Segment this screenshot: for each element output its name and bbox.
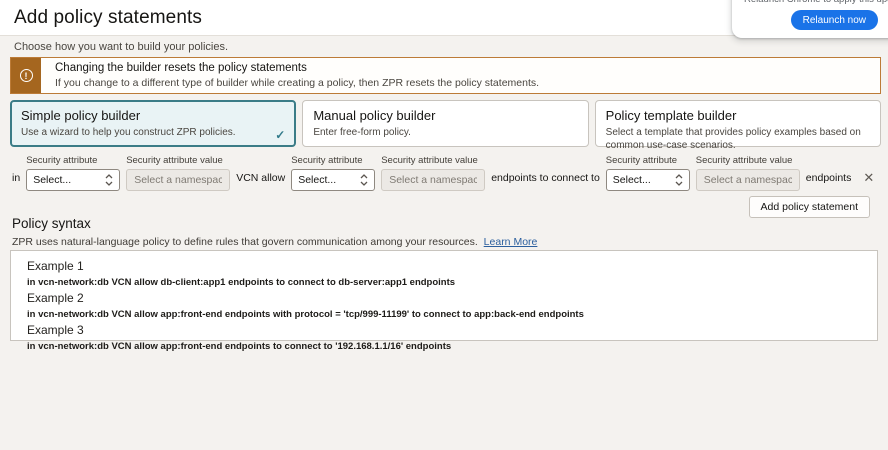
relaunch-now-button[interactable]: Relaunch now	[791, 10, 878, 30]
warning-banner-accent: !	[11, 58, 41, 93]
select-chevrons-icon	[360, 173, 368, 187]
security-attribute-select[interactable]: Select...	[291, 169, 375, 191]
security-attribute-select[interactable]: Select...	[606, 169, 690, 191]
security-attribute-value-input[interactable]	[126, 169, 230, 191]
add-policy-statements-screen: Add policy statements Choose how you wan…	[0, 0, 888, 450]
chrome-update-message: Relaunch Chrome to apply this update	[744, 0, 888, 5]
select-value: Select...	[33, 174, 71, 186]
policy-statement-row: in Security attribute Select... Security…	[12, 155, 880, 191]
card-title: Simple policy builder	[21, 108, 285, 123]
policy-syntax-description-text: ZPR uses natural-language policy to defi…	[12, 236, 478, 248]
warning-banner-text: Changing the builder resets the policy s…	[41, 58, 553, 93]
policy-syntax-title: Policy syntax	[12, 216, 91, 231]
security-attribute-select[interactable]: Select...	[26, 169, 120, 191]
security-attribute-label: Security attribute	[606, 155, 690, 166]
security-attribute-value-label: Security attribute value	[126, 155, 230, 166]
security-attribute-group-1: Security attribute Select...	[26, 155, 120, 191]
selected-check-icon: ✓	[275, 128, 285, 142]
statement-connector-endpoints-to-connect-to: endpoints to connect to	[491, 172, 600, 184]
page-subtitle: Choose how you want to build your polici…	[14, 41, 228, 53]
policy-syntax-description: ZPR uses natural-language policy to defi…	[12, 236, 537, 248]
statement-suffix-endpoints: endpoints	[806, 172, 852, 184]
remove-statement-icon[interactable]: ✕	[863, 170, 874, 186]
security-attribute-value-group-1: Security attribute value	[126, 155, 230, 191]
card-description: Use a wizard to help you construct ZPR p…	[21, 126, 285, 139]
warning-banner: ! Changing the builder resets the policy…	[10, 57, 881, 94]
select-chevrons-icon	[105, 173, 113, 187]
card-title: Policy template builder	[606, 108, 870, 123]
page-title: Add policy statements	[14, 7, 202, 29]
chrome-update-popup: Relaunch Chrome to apply this update Rel…	[732, 0, 888, 38]
security-attribute-value-group-2: Security attribute value	[381, 155, 485, 191]
add-policy-statement-button[interactable]: Add policy statement	[749, 196, 870, 218]
card-description: Select a template that provides policy e…	[606, 126, 870, 152]
warning-body: If you change to a different type of bui…	[55, 77, 539, 89]
card-policy-template-builder[interactable]: Policy template builder Select a templat…	[595, 100, 881, 147]
select-chevrons-icon	[675, 173, 683, 187]
select-value: Select...	[613, 174, 651, 186]
example-code: in vcn-network:db VCN allow app:front-en…	[27, 309, 861, 320]
security-attribute-group-2: Security attribute Select...	[291, 155, 375, 191]
learn-more-link[interactable]: Learn More	[484, 236, 538, 248]
security-attribute-value-group-3: Security attribute value	[696, 155, 800, 191]
statement-prefix: in	[12, 172, 20, 184]
card-simple-policy-builder[interactable]: Simple policy builder Use a wizard to he…	[10, 100, 296, 147]
security-attribute-label: Security attribute	[26, 155, 120, 166]
security-attribute-group-3: Security attribute Select...	[606, 155, 690, 191]
statement-connector-vcn-allow: VCN allow	[236, 172, 285, 184]
example-label: Example 3	[27, 323, 861, 337]
security-attribute-value-label: Security attribute value	[381, 155, 485, 166]
example-code: in vcn-network:db VCN allow app:front-en…	[27, 341, 861, 352]
security-attribute-value-label: Security attribute value	[696, 155, 800, 166]
example-code: in vcn-network:db VCN allow db-client:ap…	[27, 277, 861, 288]
builder-cards: Simple policy builder Use a wizard to he…	[10, 100, 881, 147]
example-label: Example 2	[27, 291, 861, 305]
card-title: Manual policy builder	[313, 108, 577, 123]
warning-icon: !	[20, 69, 33, 82]
security-attribute-value-input[interactable]	[381, 169, 485, 191]
example-label: Example 1	[27, 259, 861, 273]
warning-title: Changing the builder resets the policy s…	[55, 62, 539, 74]
card-manual-policy-builder[interactable]: Manual policy builder Enter free-form po…	[302, 100, 588, 147]
security-attribute-value-input[interactable]	[696, 169, 800, 191]
policy-examples-box: Example 1 in vcn-network:db VCN allow db…	[10, 250, 878, 341]
security-attribute-label: Security attribute	[291, 155, 375, 166]
select-value: Select...	[298, 174, 336, 186]
card-description: Enter free-form policy.	[313, 126, 577, 139]
